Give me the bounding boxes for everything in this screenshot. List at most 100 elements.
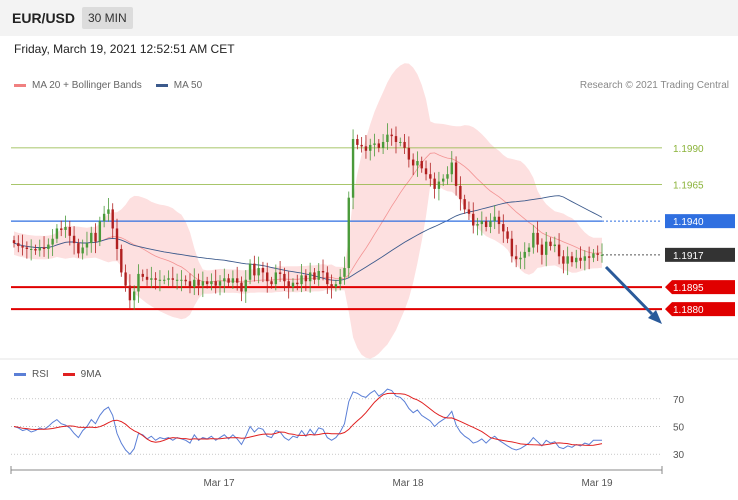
symbol-label: EUR/USD bbox=[12, 10, 76, 26]
candle-body bbox=[60, 228, 63, 230]
candle-body bbox=[68, 227, 71, 236]
candle-body bbox=[81, 247, 84, 254]
legend-ma50-swatch bbox=[155, 84, 168, 87]
candle-body bbox=[532, 232, 535, 248]
level-tag-3 bbox=[665, 247, 735, 262]
candle-body bbox=[450, 162, 453, 175]
candle-body bbox=[12, 240, 16, 244]
candle-body bbox=[326, 272, 329, 285]
candle-body bbox=[167, 278, 170, 280]
candle-body bbox=[523, 251, 526, 258]
candle-body bbox=[579, 257, 582, 261]
candle-body bbox=[141, 273, 144, 277]
candle-body bbox=[184, 279, 187, 282]
legend-9ma-label: 9MA bbox=[80, 369, 102, 380]
candle-body bbox=[562, 256, 565, 264]
candle-body bbox=[266, 272, 269, 282]
legend-rsi: RSI bbox=[14, 369, 49, 380]
candle-body bbox=[566, 256, 569, 264]
candle-body bbox=[514, 256, 518, 260]
candle-body bbox=[321, 270, 325, 273]
rsi-tick-label: 50 bbox=[673, 423, 685, 434]
candle-body bbox=[261, 268, 265, 273]
candle-body bbox=[459, 185, 462, 200]
candle-body bbox=[347, 197, 350, 269]
candle-body bbox=[480, 221, 484, 225]
candle-body bbox=[540, 244, 544, 255]
candle-body bbox=[437, 181, 441, 189]
candle-body bbox=[257, 268, 260, 276]
candle-body bbox=[214, 281, 217, 286]
candle-body bbox=[497, 216, 501, 225]
candle-body bbox=[377, 143, 381, 148]
candle-body bbox=[433, 178, 436, 189]
candle-body bbox=[557, 244, 561, 257]
candle-body bbox=[163, 279, 166, 281]
candle-body bbox=[137, 273, 140, 292]
candle-body bbox=[115, 228, 119, 249]
candle-body bbox=[145, 276, 149, 280]
candle-body bbox=[51, 238, 54, 245]
candles bbox=[12, 123, 604, 310]
candle-body bbox=[227, 278, 230, 283]
candle-body bbox=[308, 272, 312, 282]
candle-body bbox=[64, 227, 67, 230]
candle-body bbox=[296, 282, 299, 285]
candle-body bbox=[575, 257, 578, 263]
candle-body bbox=[218, 281, 222, 286]
candle-body bbox=[416, 161, 419, 166]
candle-body bbox=[253, 263, 256, 276]
candle-body bbox=[390, 134, 393, 137]
level-label-0: 1.1990 bbox=[673, 144, 704, 155]
candle-body bbox=[132, 291, 136, 301]
legend-ma50-label: MA 50 bbox=[173, 80, 203, 91]
candle-body bbox=[338, 276, 342, 285]
candle-body bbox=[411, 159, 415, 166]
candle-body bbox=[476, 224, 479, 226]
level-label-2: 1.1940 bbox=[673, 217, 704, 228]
candle-body bbox=[201, 281, 205, 286]
level-tag-4 bbox=[665, 280, 735, 295]
candle-body bbox=[373, 143, 376, 145]
candle-body bbox=[17, 243, 20, 247]
candle-body bbox=[463, 199, 466, 210]
time-axis-label: Mar 18 bbox=[392, 478, 424, 489]
datetime-label: Friday, March 19, 2021 12:52:51 AM CET bbox=[14, 42, 235, 56]
legend-rsi-swatch bbox=[14, 373, 26, 376]
candle-body bbox=[493, 216, 496, 222]
candle-body bbox=[98, 221, 102, 242]
ma20-line bbox=[13, 152, 603, 283]
rsi-9ma-line bbox=[13, 392, 603, 446]
candle-body bbox=[42, 247, 46, 249]
candle-body bbox=[111, 209, 114, 229]
level-tag-2 bbox=[665, 214, 735, 229]
candle-body bbox=[34, 248, 37, 251]
candle-body bbox=[270, 281, 273, 285]
timeframe-button[interactable]: 30 MIN bbox=[82, 7, 133, 29]
candle-body bbox=[570, 256, 574, 263]
legend-ma20-swatch bbox=[14, 84, 26, 87]
candle-body bbox=[381, 141, 385, 148]
candle-body bbox=[407, 147, 411, 160]
level-label-1: 1.1965 bbox=[673, 180, 704, 191]
candle-body bbox=[90, 232, 93, 244]
candle-body bbox=[248, 263, 252, 280]
candle-body bbox=[291, 282, 295, 288]
candle-body bbox=[283, 273, 286, 282]
credit-label: Research © 2021 Trading Central bbox=[579, 80, 729, 91]
candle-body bbox=[519, 257, 522, 260]
candle-body bbox=[128, 285, 132, 301]
candle-body bbox=[484, 221, 488, 227]
candle-body bbox=[193, 279, 196, 288]
candle-body bbox=[364, 146, 368, 151]
candle-body bbox=[171, 278, 175, 280]
candle-body bbox=[510, 238, 514, 257]
candle-body bbox=[429, 174, 432, 179]
candle-body bbox=[441, 178, 445, 182]
candle-body bbox=[351, 139, 355, 198]
candle-body bbox=[506, 231, 509, 239]
rsi-legend: RSI 9MA bbox=[14, 369, 115, 380]
candle-body bbox=[244, 279, 247, 292]
candle-body bbox=[420, 161, 423, 169]
legend-ma20: MA 20 + Bollinger Bands bbox=[14, 80, 142, 91]
